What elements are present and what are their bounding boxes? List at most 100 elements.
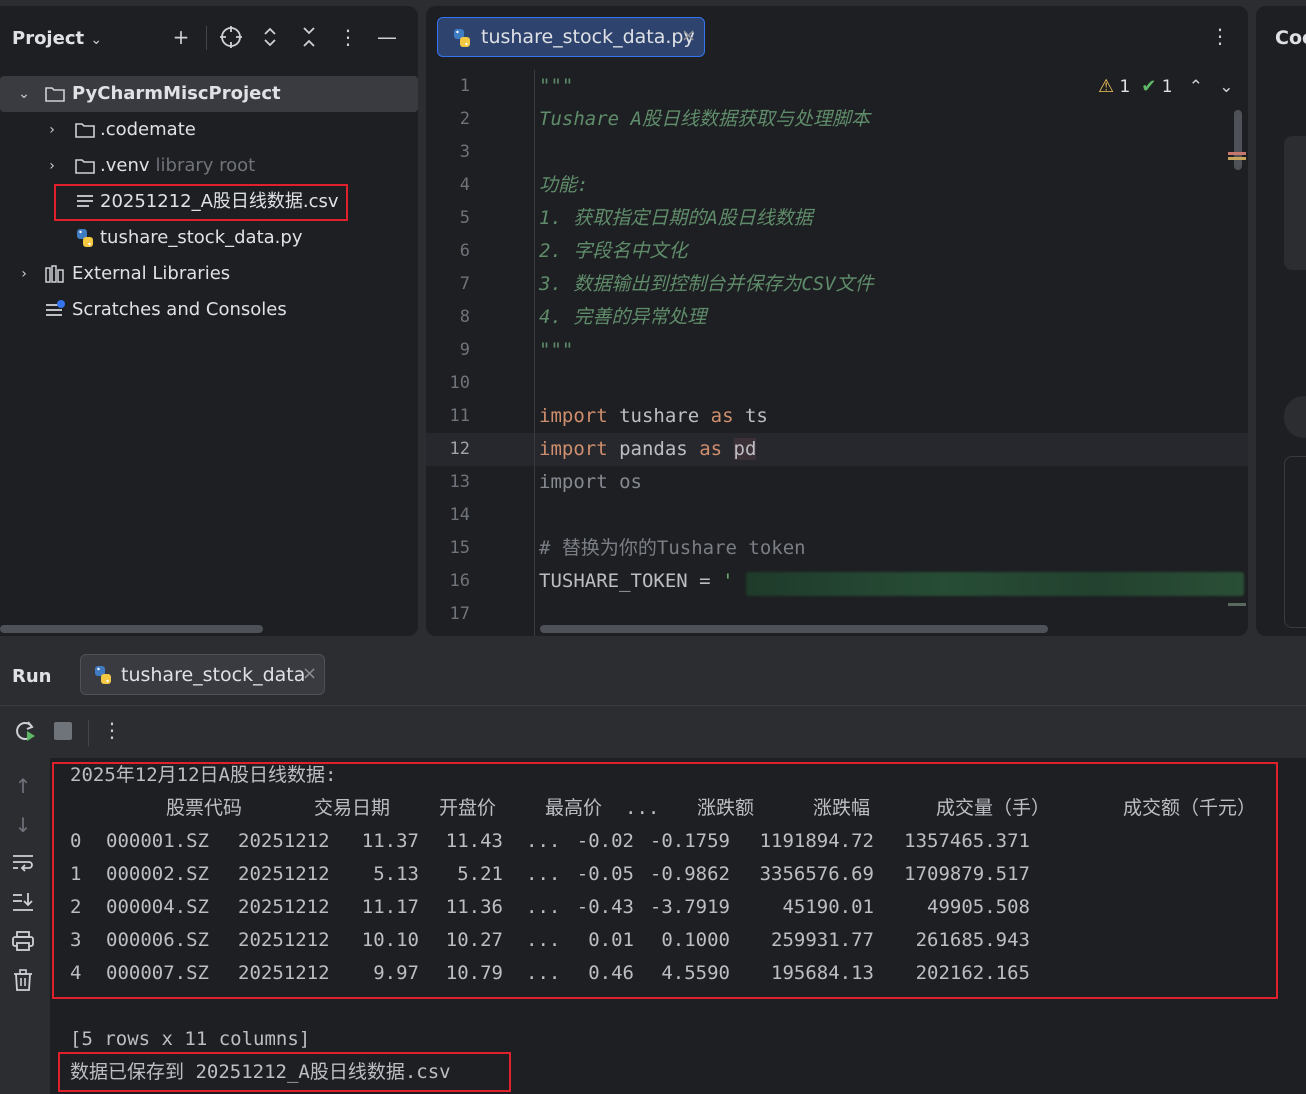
keyword: as xyxy=(710,405,734,427)
warning-count: 1 xyxy=(1119,77,1131,97)
close-tab-icon[interactable]: × xyxy=(681,25,696,46)
print-icon[interactable] xyxy=(10,929,36,955)
next-highlight-icon[interactable]: ⌄ xyxy=(1219,77,1233,97)
tree-item-codemate[interactable]: › .codemate xyxy=(0,112,418,148)
tree-item-python-file[interactable]: tushare_stock_data.py xyxy=(0,220,418,256)
line-number-gutter[interactable]: 1 2 3 4 5 6 7 8 9 10 11 12 13 14 15 16 1… xyxy=(426,70,534,636)
code-line-import-pandas[interactable]: import pandas as pd xyxy=(539,433,757,466)
line-number: 14 xyxy=(449,505,470,525)
module-name: tushare xyxy=(619,405,700,427)
stop-icon[interactable] xyxy=(49,720,77,747)
code-line[interactable]: """ xyxy=(539,70,573,103)
code-line[interactable]: 2. 字段名中文化 xyxy=(539,235,687,268)
python-file-icon xyxy=(77,229,93,247)
code-line[interactable]: 功能: xyxy=(539,169,588,202)
previous-highlight-icon[interactable]: ⌃ xyxy=(1189,77,1203,97)
collapse-all-icon[interactable] xyxy=(296,24,322,50)
tree-item-label: Scratches and Consoles xyxy=(72,299,287,320)
line-number: 11 xyxy=(449,406,470,426)
stripe-mark[interactable] xyxy=(1228,603,1246,606)
run-tab-tushare-stock-data[interactable]: tushare_stock_data × xyxy=(80,654,325,695)
editor-tab-tushare-stock-data[interactable]: tushare_stock_data.py × xyxy=(437,17,705,57)
tree-item-label: .venv xyxy=(100,155,150,176)
line-number: 9 xyxy=(459,340,470,360)
chevron-down-icon[interactable]: ⌄ xyxy=(16,76,32,112)
line-number: 8 xyxy=(459,307,470,327)
right-panel-title: Coc xyxy=(1275,27,1306,49)
check-icon: ✔ xyxy=(1141,76,1157,97)
toolbar-separator xyxy=(88,720,89,746)
line-number: 3 xyxy=(459,142,470,162)
line-number: 4 xyxy=(459,175,470,195)
scroll-down-icon[interactable]: ↓ xyxy=(10,812,36,838)
expand-all-icon[interactable] xyxy=(257,24,283,50)
locate-file-icon[interactable] xyxy=(218,24,244,50)
right-tool-window: Coc xyxy=(1256,6,1306,636)
code-line-token[interactable]: TUSHARE_TOKEN = ' xyxy=(539,565,734,598)
editor-tab-label: tushare_stock_data.py xyxy=(481,26,695,48)
run-panel-title: Run xyxy=(12,666,52,687)
run-tab-label: tushare_stock_data xyxy=(121,664,306,686)
string-literal: ' xyxy=(722,570,734,592)
line-number: 7 xyxy=(459,274,470,294)
operator: = xyxy=(699,570,711,592)
editor-more-icon[interactable]: ⋮ xyxy=(1210,24,1230,48)
soft-wrap-icon[interactable] xyxy=(10,851,36,877)
tree-item-label: PyCharmMiscProject xyxy=(72,83,281,104)
line-number: 13 xyxy=(449,472,470,492)
folder-icon xyxy=(75,123,95,138)
chevron-right-icon[interactable]: › xyxy=(44,112,60,148)
scroll-to-end-icon[interactable] xyxy=(10,890,36,916)
more-options-icon[interactable]: ⋮ xyxy=(98,718,126,742)
redacted-token-blur xyxy=(746,572,1244,596)
tree-item-venv[interactable]: › .venv library root xyxy=(0,148,418,184)
gutter-separator xyxy=(534,70,535,636)
code-line-import-os[interactable]: import os xyxy=(539,466,642,499)
keyword: as xyxy=(699,438,723,460)
tree-item-project-root[interactable]: ⌄ PyCharmMiscProject xyxy=(0,76,418,112)
ok-count: 1 xyxy=(1161,77,1173,97)
warning-stripe-mark[interactable] xyxy=(1228,157,1246,160)
code-line[interactable]: 1. 获取指定日期的A股日线数据 xyxy=(539,202,813,235)
editor-vertical-scrollbar[interactable] xyxy=(1234,110,1242,170)
code-line[interactable]: 4. 完善的异常处理 xyxy=(539,301,706,334)
chat-input-area[interactable] xyxy=(1284,456,1306,628)
more-options-icon[interactable]: ⋮ xyxy=(335,24,361,50)
editor-horizontal-scrollbar[interactable] xyxy=(540,625,1048,633)
trash-icon[interactable] xyxy=(10,968,36,994)
warning-icon: ⚠ xyxy=(1098,76,1115,97)
hide-panel-icon[interactable]: — xyxy=(374,24,400,50)
python-file-icon xyxy=(454,29,470,47)
assistant-avatar xyxy=(1284,396,1306,438)
project-view-selector[interactable]: Project ⌄ xyxy=(12,28,102,49)
keyword: import xyxy=(539,405,608,427)
close-tab-icon[interactable]: × xyxy=(302,663,317,684)
line-number: 17 xyxy=(449,604,470,624)
scroll-up-icon[interactable]: ↑ xyxy=(10,773,36,799)
alias-name: pd xyxy=(733,438,757,460)
code-line[interactable]: Tushare A股日线数据获取与处理脚本 xyxy=(539,103,870,136)
run-tool-window-header: Run tushare_stock_data × xyxy=(0,645,1306,705)
tree-item-external-libraries[interactable]: › External Libraries xyxy=(0,256,418,292)
line-number: 16 xyxy=(449,571,470,591)
inspection-widget[interactable]: ⚠ 1 ✔ 1 ⌃ ⌄ xyxy=(1098,76,1233,102)
project-tool-window: Project ⌄ + ⋮ — ⌄ PyCharmMiscProject › .… xyxy=(0,6,418,636)
error-stripe-mark[interactable] xyxy=(1228,152,1246,155)
chevron-right-icon[interactable]: › xyxy=(16,256,32,292)
chat-message-card xyxy=(1284,136,1306,270)
tree-item-label: tushare_stock_data.py xyxy=(100,227,303,248)
code-line-import-tushare[interactable]: import tushare as ts xyxy=(539,400,768,433)
line-number: 6 xyxy=(459,241,470,261)
code-line[interactable]: """ xyxy=(539,334,573,367)
project-horizontal-scrollbar[interactable] xyxy=(0,625,263,633)
tree-item-scratches[interactable]: Scratches and Consoles xyxy=(0,292,418,328)
chevron-right-icon[interactable]: › xyxy=(44,148,60,184)
rerun-icon[interactable] xyxy=(11,718,39,749)
code-line-comment[interactable]: # 替换为你的Tushare token xyxy=(539,532,806,565)
run-toolbar: ⋮ xyxy=(0,706,1306,758)
line-number: 1 xyxy=(459,76,470,96)
tree-item-label: .codemate xyxy=(100,119,196,140)
line-number: 10 xyxy=(449,373,470,393)
new-file-icon[interactable]: + xyxy=(168,24,194,50)
code-line[interactable]: 3. 数据输出到控制台并保存为CSV文件 xyxy=(539,268,874,301)
